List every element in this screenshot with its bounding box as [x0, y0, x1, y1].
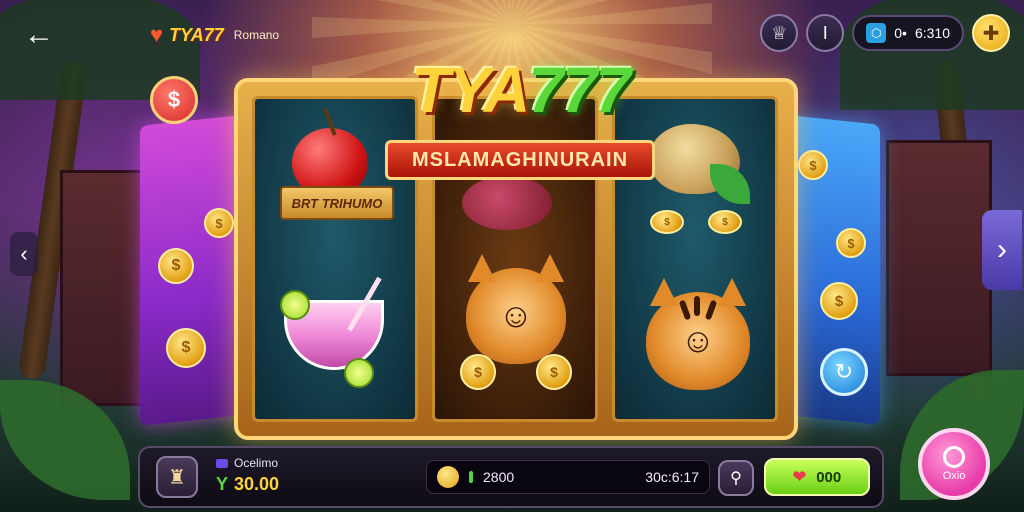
coin-icon: $ — [820, 282, 858, 320]
trophy-button[interactable]: ♕ — [760, 14, 799, 52]
symbol-ribbon: BRT TRIHUMO — [280, 186, 394, 220]
refresh-button[interactable]: ↻ — [820, 348, 868, 396]
spin-icon — [943, 446, 965, 468]
hut-left — [60, 170, 146, 406]
bet-button[interactable]: ❤ 000 — [764, 458, 870, 496]
coin-icon: $ — [460, 354, 496, 390]
wallet-icon: ⬡ — [866, 23, 887, 43]
add-coins-button[interactable]: ✚ — [972, 14, 1010, 52]
top-right-controls: ♕ I ⬡ 0• 6:310 ✚ — [760, 14, 1010, 52]
leaf-fruit-symbol — [462, 176, 552, 230]
spin-label: Oxio — [942, 470, 966, 482]
heart-icon: ♥ — [150, 22, 164, 47]
coin-icon: $ — [204, 208, 234, 238]
coin-icon: $ — [166, 328, 206, 368]
coin-icon: $ — [836, 228, 866, 258]
bet-value: 000 — [816, 468, 842, 486]
bag-button[interactable]: ♜ — [156, 456, 198, 498]
coin-icon — [437, 466, 459, 488]
coin-icon: $ — [798, 150, 828, 180]
balance-pill[interactable]: ⬡ 0• 6:310 — [852, 15, 964, 51]
search-button[interactable]: ⚲ — [718, 460, 754, 496]
info-button[interactable]: I — [806, 14, 845, 52]
cocktail-symbol — [280, 276, 384, 388]
heart-icon: ❤ — [792, 469, 807, 486]
cat-face-icon: ☺ — [466, 268, 566, 364]
info-icon: I — [822, 22, 828, 43]
stripe — [694, 296, 700, 316]
trophy-icon: ♕ — [771, 22, 788, 43]
coin-icon: $ — [536, 354, 572, 390]
refresh-icon: ↻ — [834, 359, 854, 384]
plus-coin-icon: ✚ — [982, 22, 1000, 45]
account-info: Ocelimo Y 30.00 — [216, 456, 279, 495]
brand-name: TYA77 — [169, 24, 224, 45]
win-value: 2800 — [483, 469, 515, 485]
ear — [468, 254, 496, 282]
balance-arrow: 0• — [894, 25, 907, 41]
coin-icon: $ — [650, 210, 684, 234]
win-info-text: 30c:6:17 — [645, 469, 699, 485]
hut-right — [886, 140, 992, 376]
bonus-coin-button[interactable]: $ — [150, 76, 198, 124]
title-part-2: 777 — [528, 54, 631, 126]
coin-icon: $ — [708, 210, 742, 234]
ear — [718, 278, 746, 306]
brand-subtitle: Romano — [233, 28, 280, 42]
ear — [536, 254, 564, 282]
next-game-button[interactable]: › — [982, 210, 1022, 290]
tiger-symbol: ☺ — [646, 278, 750, 390]
cat-symbol: ☺ $ $ — [460, 254, 572, 390]
prev-game-button[interactable]: ‹ — [10, 232, 38, 276]
account-label: Ocelimo — [234, 456, 279, 470]
arrow-left-icon: ← — [24, 18, 54, 51]
game-banner: MSLAMAGHINURAIN — [385, 140, 655, 180]
lime-icon — [280, 290, 310, 320]
bag-icon: ♜ — [168, 466, 186, 489]
ear — [650, 278, 678, 306]
title-part-1: TYA — [410, 54, 530, 126]
potato-symbol: $ $ — [650, 124, 750, 234]
account-flag-icon — [216, 458, 228, 468]
coin-icon: $ — [158, 248, 194, 284]
brand-logo: ♥ TYA77 Romano — [150, 22, 279, 48]
lime-icon — [344, 358, 374, 388]
account-balance: 30.00 — [234, 474, 280, 494]
spin-button[interactable]: Oxio — [918, 428, 990, 500]
back-button[interactable]: ← — [22, 18, 56, 52]
currency-prefix: Y — [216, 474, 229, 494]
balance-value: 6:310 — [914, 25, 950, 41]
game-title-logo: TYA 777 — [370, 50, 670, 130]
fruit-icon — [462, 176, 552, 230]
status-indicator — [469, 471, 473, 483]
win-display: 2800 30c:6:17 — [426, 460, 710, 494]
search-icon: ⚲ — [730, 470, 742, 487]
